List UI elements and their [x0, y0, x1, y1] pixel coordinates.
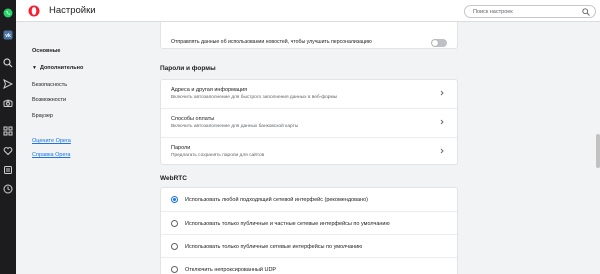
- settings-main: Отправлять данные об использовании новос…: [128, 22, 600, 274]
- radio-button[interactable]: [171, 243, 178, 250]
- webrtc-option[interactable]: Использовать только публичные и частные …: [161, 211, 457, 234]
- chevron-right-icon: [439, 148, 445, 154]
- svg-text:vk: vk: [5, 33, 11, 39]
- row-subtitle: Включить автозаполнение для данных банко…: [171, 124, 299, 129]
- chevron-right-icon: [439, 119, 445, 125]
- passwords-row[interactable]: Пароли Предлагать сохранять пароли для с…: [161, 137, 457, 165]
- settings-header: Настройки: [16, 0, 600, 22]
- nav-advanced-label: Дополнительно: [39, 65, 84, 71]
- toggle-knob: [432, 40, 438, 46]
- news-card: Отправлять данные об использовании новос…: [160, 22, 458, 49]
- webrtc-option[interactable]: Отключить непроксированный UDP: [161, 257, 457, 274]
- row-title: Способы оплаты: [171, 116, 215, 122]
- passwords-section-title: Пароли и формы: [160, 65, 216, 72]
- vk-icon[interactable]: vk: [3, 30, 13, 40]
- nav-advanced[interactable]: ▼ Дополнительно: [32, 65, 83, 71]
- clock-icon[interactable]: [3, 184, 13, 194]
- payment-methods-row[interactable]: Способы оплаты Включить автозаполнение д…: [161, 108, 457, 137]
- row-title: Адреса и другая информация: [171, 87, 248, 93]
- nav-basic[interactable]: Основные: [32, 48, 60, 54]
- chevron-right-icon: [439, 90, 445, 96]
- webrtc-section-title: WebRTC: [160, 175, 187, 182]
- opera-help-link[interactable]: Справка Opera: [32, 152, 70, 158]
- scrollbar-thumb[interactable]: [596, 134, 600, 168]
- radio-button[interactable]: [171, 196, 178, 203]
- nav-browser[interactable]: Браузер: [32, 113, 53, 119]
- webrtc-option[interactable]: Использовать любой подходящий сетевой ин…: [161, 188, 457, 211]
- chevron-down-icon: ▼: [32, 65, 37, 71]
- radio-label: Использовать любой подходящий сетевой ин…: [185, 197, 368, 203]
- row-subtitle: Предлагать сохранять пароли для сайтов: [171, 153, 265, 158]
- autofill-addresses-row[interactable]: Адреса и другая информация Включить авто…: [161, 80, 457, 108]
- news-usage-toggle[interactable]: [431, 39, 447, 47]
- radio-button[interactable]: [171, 220, 178, 227]
- search-field[interactable]: [464, 5, 596, 18]
- whatsapp-icon[interactable]: [3, 8, 13, 18]
- radio-label: Использовать только публичные сетевые ин…: [185, 244, 363, 250]
- radio-label: Отключить непроксированный UDP: [185, 267, 277, 273]
- page-title: Настройки: [49, 5, 96, 16]
- news-usage-label: Отправлять данные об использовании новос…: [171, 39, 372, 45]
- search-icon[interactable]: [582, 8, 590, 16]
- webrtc-card: Использовать любой подходящий сетевой ин…: [160, 187, 458, 274]
- news-usage-row[interactable]: Отправлять данные об использовании новос…: [161, 35, 457, 50]
- search-input[interactable]: [473, 7, 573, 17]
- camera-icon[interactable]: [3, 98, 13, 108]
- radio-label: Использовать только публичные и частные …: [185, 221, 390, 227]
- send-icon[interactable]: [3, 79, 13, 89]
- nav-security[interactable]: Безопасность: [32, 82, 67, 88]
- passwords-card: Адреса и другая информация Включить авто…: [160, 79, 458, 165]
- grid-icon[interactable]: [3, 126, 13, 136]
- row-title: Пароли: [171, 145, 191, 151]
- row-subtitle: Включить автозаполнение для быстрого зап…: [171, 95, 338, 100]
- heart-icon[interactable]: [3, 146, 13, 156]
- opera-sidebar: vk: [0, 0, 16, 274]
- opera-logo-icon: [28, 5, 40, 17]
- nav-features[interactable]: Возможности: [32, 97, 66, 103]
- radio-button[interactable]: [171, 266, 178, 273]
- webrtc-option[interactable]: Использовать только публичные сетевые ин…: [161, 234, 457, 257]
- search-icon[interactable]: [3, 58, 13, 68]
- history-icon[interactable]: [3, 165, 13, 175]
- scrollbar[interactable]: [596, 22, 600, 274]
- settings-nav: Основные ▼ Дополнительно Безопасность Воз…: [16, 22, 128, 274]
- rate-opera-link[interactable]: Оцените Opera: [32, 138, 71, 144]
